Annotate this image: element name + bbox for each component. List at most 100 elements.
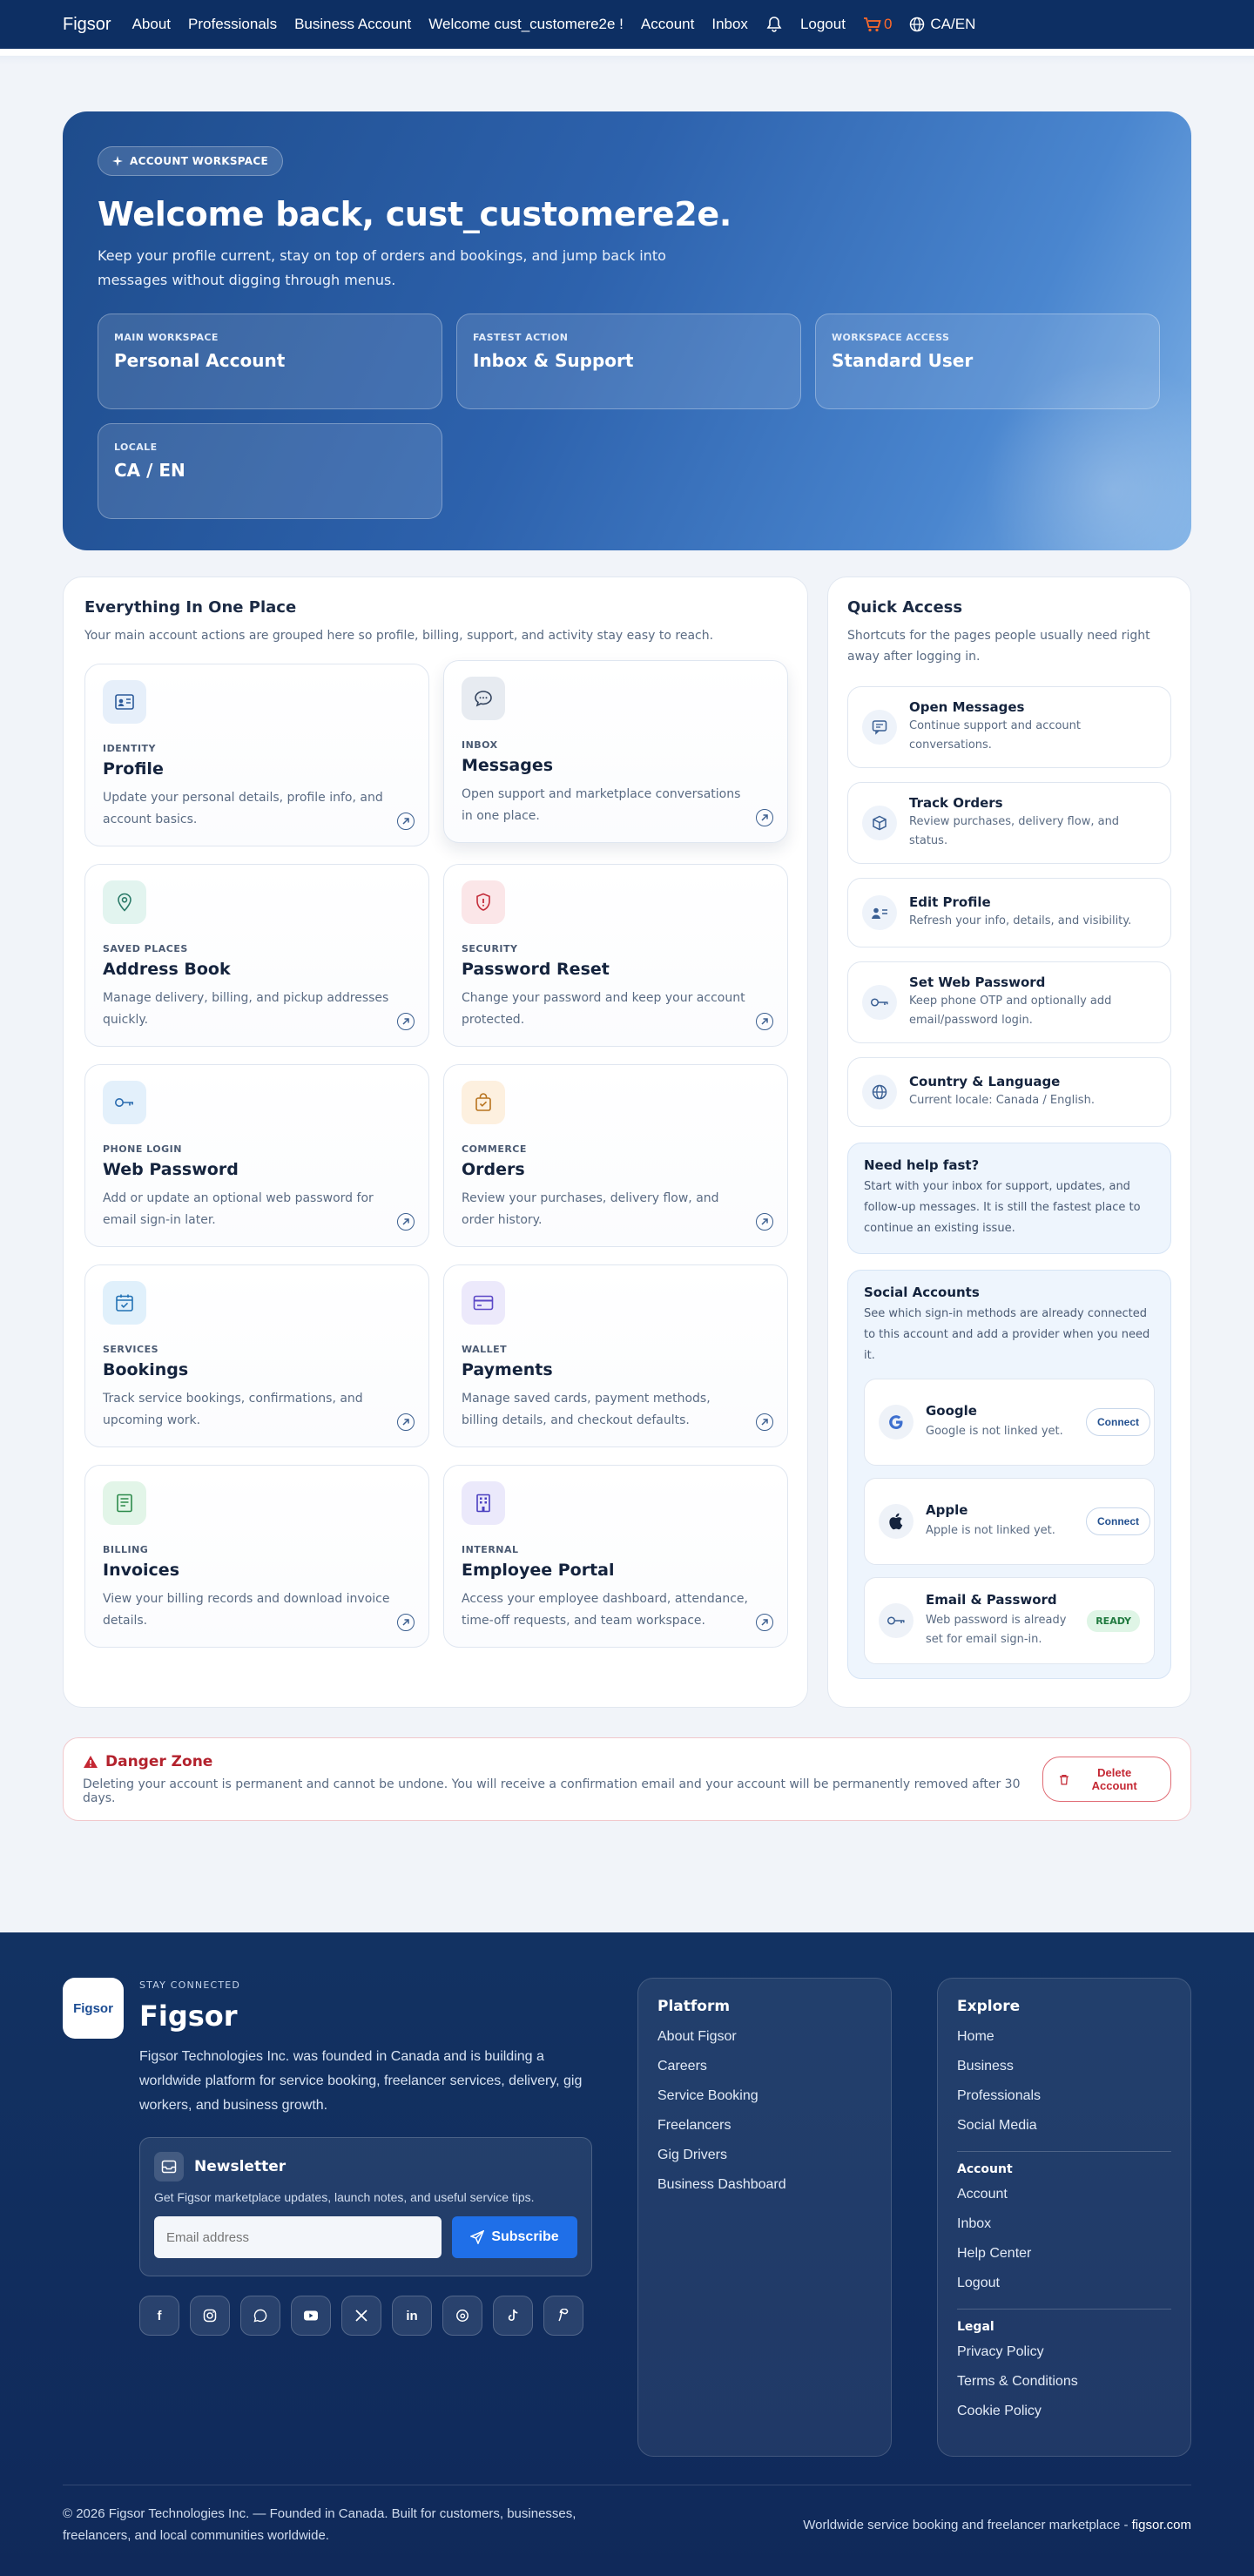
tiktok-icon[interactable] — [493, 2296, 533, 2336]
connect-google-button[interactable]: Connect — [1086, 1408, 1150, 1436]
locale-label: CA/EN — [930, 16, 976, 32]
newsletter-email-input[interactable] — [154, 2216, 442, 2258]
arrow-up-right-icon[interactable] — [756, 1413, 773, 1431]
footer-domain-link[interactable]: figsor.com — [1132, 2518, 1191, 2532]
quick-open-messages[interactable]: Open Messages Continue support and accou… — [847, 686, 1171, 768]
cart-icon — [863, 17, 881, 32]
hero-card-label: MAIN WORKSPACE — [114, 332, 219, 343]
x-icon[interactable] — [341, 2296, 381, 2336]
provider-status: Apple is not linked yet. — [926, 1524, 1055, 1537]
key-icon — [862, 985, 897, 1020]
card-bookings[interactable]: SERVICES Bookings Track service bookings… — [84, 1264, 429, 1447]
newsletter-header: Newsletter — [154, 2152, 577, 2182]
user-card-icon — [862, 895, 897, 930]
delete-account-button[interactable]: Delete Account — [1042, 1757, 1171, 1802]
whatsapp-icon[interactable] — [240, 2296, 280, 2336]
footer-link-gig-drivers[interactable]: Gig Drivers — [657, 2141, 872, 2170]
building-icon — [462, 1481, 505, 1525]
footer-link-social-media[interactable]: Social Media — [957, 2111, 1171, 2141]
card-address-book[interactable]: SAVED PLACES Address Book Manage deliver… — [84, 864, 429, 1047]
locale-selector[interactable]: CA/EN — [909, 16, 975, 33]
subscribe-button[interactable]: Subscribe — [452, 2216, 577, 2258]
arrow-up-right-icon[interactable] — [397, 1413, 415, 1431]
footer-link-logout[interactable]: Logout — [957, 2269, 1171, 2298]
provider-name: Google — [926, 1403, 977, 1419]
nav-logout[interactable]: Logout — [800, 16, 846, 33]
card-web-password[interactable]: PHONE LOGIN Web Password Add or update a… — [84, 1064, 429, 1247]
linkedin-icon[interactable]: in — [392, 2296, 432, 2336]
card-orders[interactable]: COMMERCE Orders Review your purchases, d… — [443, 1064, 788, 1247]
quick-country-language[interactable]: Country & Language Current locale: Canad… — [847, 1057, 1171, 1127]
nav-about[interactable]: About — [132, 16, 171, 33]
card-invoices[interactable]: BILLING Invoices View your billing recor… — [84, 1465, 429, 1648]
card-payments[interactable]: WALLET Payments Manage saved cards, paym… — [443, 1264, 788, 1447]
footer-link-freelancers[interactable]: Freelancers — [657, 2111, 872, 2141]
footer-account-title: Account — [957, 2162, 1013, 2176]
footer-link-terms[interactable]: Terms & Conditions — [957, 2367, 1171, 2397]
footer-link-account[interactable]: Account — [957, 2180, 1171, 2209]
arrow-up-right-icon[interactable] — [756, 1213, 773, 1231]
card-messages[interactable]: INBOX Messages Open support and marketpl… — [443, 660, 788, 843]
quick-item-title: Track Orders — [909, 795, 1003, 811]
subscribe-label: Subscribe — [491, 2229, 559, 2244]
social-accounts-box: Social Accounts See which sign-in method… — [847, 1270, 1171, 1679]
connect-apple-button[interactable]: Connect — [1086, 1507, 1150, 1535]
quick-edit-profile[interactable]: Edit Profile Refresh your info, details,… — [847, 878, 1171, 947]
footer-link-privacy-policy[interactable]: Privacy Policy — [957, 2337, 1171, 2367]
footer-link-service-booking[interactable]: Service Booking — [657, 2081, 872, 2111]
youtube-icon[interactable] — [291, 2296, 331, 2336]
nav-welcome-user[interactable]: Welcome cust_customere2e ! — [428, 16, 624, 33]
nav-business-account[interactable]: Business Account — [294, 16, 411, 33]
footer-link-business-dashboard[interactable]: Business Dashboard — [657, 2170, 872, 2200]
footer-link-inbox[interactable]: Inbox — [957, 2209, 1171, 2239]
footer-logo[interactable]: Figsor — [63, 1978, 124, 2039]
globe-icon — [910, 17, 925, 32]
ready-badge: READY — [1087, 1609, 1140, 1632]
card-description: Change your password and keep your accou… — [462, 991, 745, 1027]
arrow-up-right-icon[interactable] — [397, 1614, 415, 1631]
card-kicker: BILLING — [103, 1544, 149, 1555]
card-kicker: PHONE LOGIN — [103, 1143, 182, 1155]
card-employee-portal[interactable]: INTERNAL Employee Portal Access your emp… — [443, 1465, 788, 1648]
nav-professionals[interactable]: Professionals — [188, 16, 277, 33]
google-icon — [879, 1405, 914, 1440]
newsletter-box: Newsletter Get Figsor marketplace update… — [139, 2137, 592, 2276]
footer-link-professionals[interactable]: Professionals — [957, 2081, 1171, 2111]
arrow-up-right-icon[interactable] — [397, 813, 415, 830]
quick-access-subtitle: Shortcuts for the pages people usually n… — [847, 629, 1150, 664]
card-title: Messages — [462, 756, 554, 775]
instagram-icon[interactable] — [190, 2296, 230, 2336]
threads-icon[interactable] — [442, 2296, 482, 2336]
quick-track-orders[interactable]: Track Orders Review purchases, delivery … — [847, 782, 1171, 864]
nav-account[interactable]: Account — [641, 16, 694, 33]
arrow-up-right-icon[interactable] — [397, 1213, 415, 1231]
arrow-up-right-icon[interactable] — [397, 1013, 415, 1030]
footer-link-home[interactable]: Home — [957, 2022, 1171, 2052]
arrow-up-right-icon[interactable] — [756, 1614, 773, 1631]
card-description: Add or update an optional web password f… — [103, 1191, 374, 1227]
footer-link-business[interactable]: Business — [957, 2052, 1171, 2081]
footer-link-careers[interactable]: Careers — [657, 2052, 872, 2081]
bell-icon[interactable] — [765, 16, 783, 33]
card-password-reset[interactable]: SECURITY Password Reset Change your pass… — [443, 864, 788, 1047]
provider-name: Email & Password — [926, 1592, 1057, 1608]
shield-icon — [462, 880, 505, 924]
footer-link-about-figsor[interactable]: About Figsor — [657, 2022, 872, 2052]
card-kicker: INTERNAL — [462, 1544, 519, 1555]
nav-inbox[interactable]: Inbox — [711, 16, 748, 33]
footer-link-cookie-policy[interactable]: Cookie Policy — [957, 2397, 1171, 2426]
card-kicker: SECURITY — [462, 943, 518, 954]
cart-button[interactable]: 0 — [863, 16, 892, 33]
quick-item-title: Edit Profile — [909, 894, 991, 910]
footer-link-help-center[interactable]: Help Center — [957, 2239, 1171, 2269]
card-description: Manage delivery, billing, and pickup add… — [103, 991, 389, 1027]
arrow-up-right-icon[interactable] — [756, 809, 773, 826]
quick-set-web-password[interactable]: Set Web Password Keep phone OTP and opti… — [847, 961, 1171, 1043]
social-provider-apple: Apple Apple is not linked yet. Connect — [864, 1478, 1155, 1565]
nav-brand[interactable]: Figsor — [63, 15, 111, 35]
arrow-up-right-icon[interactable] — [756, 1013, 773, 1030]
facebook-icon[interactable]: f — [139, 2296, 179, 2336]
pinterest-icon[interactable] — [543, 2296, 583, 2336]
help-title: Need help fast? — [864, 1157, 980, 1173]
card-profile[interactable]: IDENTITY Profile Update your personal de… — [84, 664, 429, 846]
